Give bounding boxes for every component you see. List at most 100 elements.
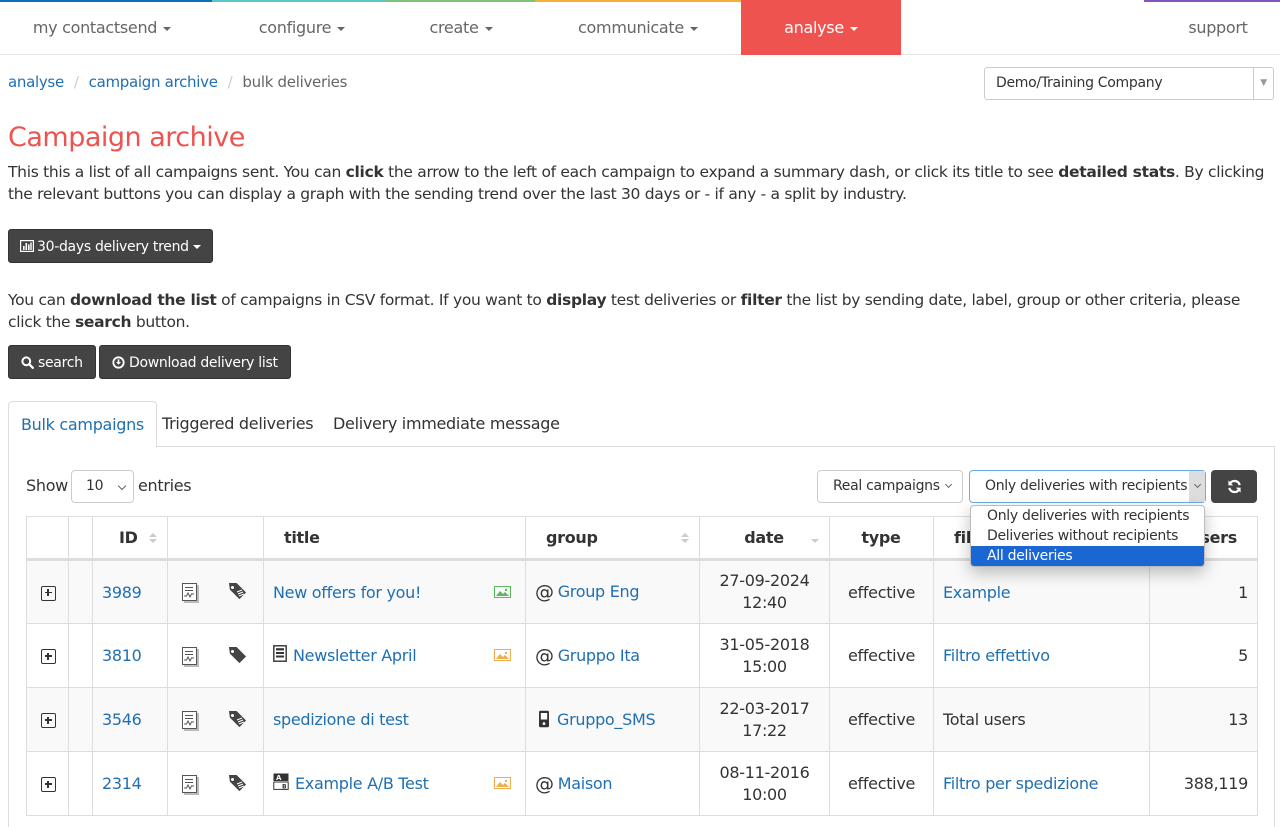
image-icon [494, 583, 516, 602]
header-group[interactable]: group [525, 516, 700, 561]
nav-support[interactable]: support [1160, 0, 1276, 55]
time-value: 12:40 [742, 593, 787, 612]
report-icon[interactable] [182, 710, 197, 729]
nav-analyse[interactable]: analyse [741, 0, 901, 55]
option-only-with-recipients[interactable]: Only deliveries with recipients [971, 506, 1204, 526]
download-help-text: You can download the list of campaigns i… [8, 291, 1241, 331]
bar-chart-icon [20, 240, 35, 253]
caret-down-icon [689, 26, 698, 31]
expand-plus-icon[interactable] [41, 585, 56, 601]
at-icon: @ [535, 581, 554, 603]
expand-plus-icon[interactable] [41, 777, 56, 792]
campaign-id-link[interactable]: 3810 [102, 646, 142, 665]
caret-down-icon [163, 26, 172, 31]
tags-icon[interactable] [228, 774, 248, 793]
breadcrumb-separator: / [73, 73, 79, 91]
at-icon: @ [535, 644, 554, 667]
filter-cell: Total users [933, 687, 1150, 752]
tab-bulk-campaigns[interactable]: Bulk campaigns [8, 401, 157, 448]
group-link[interactable]: Group Eng [558, 582, 640, 601]
expand-plus-icon[interactable] [41, 649, 56, 664]
page-title: Campaign archive [8, 122, 245, 153]
filter-link[interactable]: Filtro effettivo [943, 646, 1050, 665]
delivery-trend-button[interactable]: 30-days delivery trend [8, 229, 213, 263]
breadcrumb: analyse / campaign archive / bulk deliveries [8, 73, 347, 91]
entries-per-page-select[interactable]: 10 [70, 470, 134, 503]
title-cell: AB Example A/B Test [263, 751, 526, 816]
header-date[interactable]: date [699, 516, 830, 561]
chevron-down-icon [117, 481, 127, 491]
group-link[interactable]: Gruppo Ita [558, 646, 640, 665]
users-count: 1 [1149, 559, 1258, 624]
campaign-id-link[interactable]: 3989 [102, 583, 142, 602]
campaign-title-link[interactable]: New offers for you! [273, 583, 421, 602]
date-value: 31-05-2018 [719, 634, 810, 654]
group-link[interactable]: Maison [558, 774, 613, 793]
nav-communicate[interactable]: communicate [548, 0, 728, 55]
refresh-button[interactable] [1211, 470, 1257, 503]
tag-icon[interactable] [228, 646, 248, 665]
search-button[interactable]: search [8, 345, 96, 379]
campaign-title-link[interactable]: Newsletter April [293, 646, 417, 665]
campaign-type-select[interactable]: Real campaigns [817, 470, 963, 503]
table-row: 3546 spedizione di test Gruppo_SMS 22-03… [26, 687, 1258, 752]
header-expand [26, 516, 69, 561]
report-icon[interactable] [182, 646, 197, 665]
filter-cell: Filtro per spedizione [933, 751, 1150, 816]
search-icon [21, 356, 34, 369]
table-row: 3989 New offers for you! @ Group Eng 27-0… [26, 559, 1258, 624]
campaign-id-link[interactable]: 3546 [102, 710, 142, 729]
header-actions [167, 516, 264, 561]
report-icon[interactable] [182, 583, 197, 601]
campaign-id-link[interactable]: 2314 [102, 774, 142, 793]
tags-icon[interactable] [228, 583, 248, 601]
expand-cell [26, 687, 69, 752]
svg-text:B: B [282, 784, 287, 791]
nav-my-contactsend[interactable]: my contactsend [0, 0, 204, 55]
table-row: 3810 Newsletter April @ Gruppo Ita 31-05-… [26, 623, 1258, 688]
delivery-tabs: Bulk campaigns Triggered deliveries Deli… [8, 401, 1275, 448]
filter-text: Total users [943, 710, 1026, 729]
caret-down-icon [192, 245, 201, 249]
users-count: 13 [1149, 687, 1258, 752]
filter-link[interactable]: Example [943, 583, 1011, 602]
tab-triggered-deliveries[interactable]: Triggered deliveries [150, 401, 325, 447]
recipients-filter-select[interactable]: Only deliveries with recipients [969, 470, 1206, 503]
nav-configure[interactable]: configure [204, 0, 400, 55]
filter-link[interactable]: Filtro per spedizione [943, 774, 1099, 793]
top-navigation: my contactsend configure create communic… [0, 0, 1280, 55]
type-cell: effective [829, 559, 934, 624]
nav-create[interactable]: create [400, 0, 522, 55]
image-icon [494, 774, 516, 793]
header-blank [68, 516, 93, 561]
option-without-recipients[interactable]: Deliveries without recipients [971, 526, 1204, 546]
breadcrumb-campaign-archive[interactable]: campaign archive [89, 73, 218, 91]
group-cell: @ Maison [525, 751, 700, 816]
users-count: 388,119 [1149, 751, 1258, 816]
option-all-deliveries[interactable]: All deliveries [971, 546, 1204, 566]
time-value: 17:22 [742, 720, 787, 740]
report-icon[interactable] [182, 774, 197, 793]
download-delivery-list-button[interactable]: Download delivery list [99, 345, 291, 379]
breadcrumb-analyse[interactable]: analyse [8, 73, 64, 91]
group-link[interactable]: Gruppo_SMS [557, 710, 656, 729]
title-cell: Newsletter April [263, 623, 526, 688]
expand-plus-icon[interactable] [41, 713, 56, 728]
chevron-down-icon [1193, 480, 1202, 489]
caret-down-icon: ▼ [1253, 68, 1273, 99]
group-cell: @ Group Eng [525, 559, 700, 624]
header-id[interactable]: ID [92, 516, 168, 561]
tab-delivery-immediate-message[interactable]: Delivery immediate message [321, 401, 572, 447]
recipients-filter-dropdown: Only deliveries with recipients Deliveri… [970, 505, 1205, 567]
tags-icon[interactable] [228, 710, 248, 729]
time-value: 10:00 [742, 784, 787, 804]
campaign-title-link[interactable]: Example A/B Test [295, 774, 429, 793]
intro-text: This this a list of all campaigns sent. … [8, 163, 1265, 203]
breadcrumb-current: bulk deliveries [242, 73, 348, 91]
caret-down-icon [849, 26, 858, 31]
campaign-title-link[interactable]: spedizione di test [273, 710, 409, 729]
company-select[interactable]: Demo/Training Company ▼ [984, 67, 1274, 100]
sort-icon [149, 533, 157, 543]
header-type: type [829, 516, 934, 561]
svg-text:A: A [276, 774, 282, 782]
